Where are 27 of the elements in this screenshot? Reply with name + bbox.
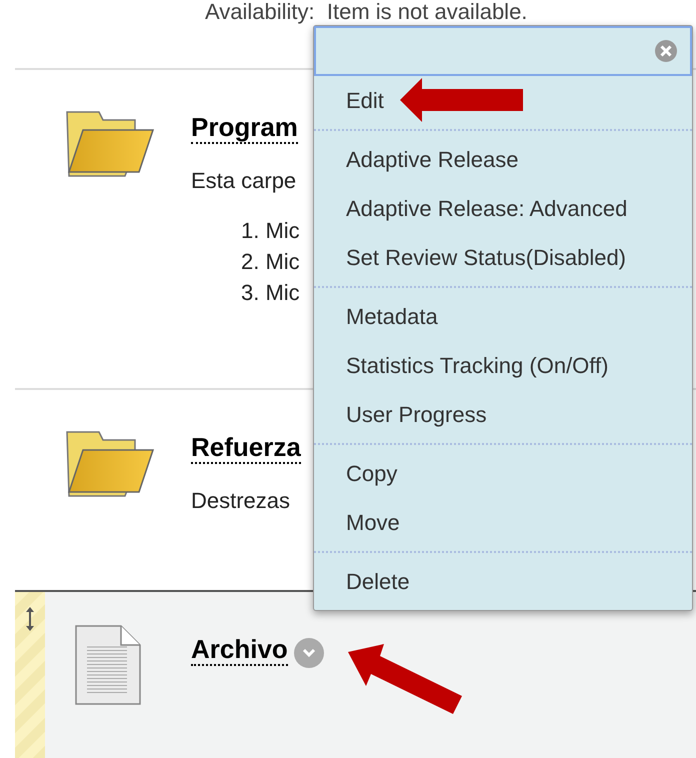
item-description: Esta carpe: [191, 167, 298, 195]
item-title-link[interactable]: Program: [191, 112, 298, 144]
menu-item[interactable]: Move: [314, 498, 692, 547]
menu-item[interactable]: Edit: [314, 76, 692, 125]
vertical-arrows-icon: [25, 606, 35, 632]
list-entry: 1. Mic: [241, 217, 300, 245]
close-icon[interactable]: [654, 39, 678, 63]
chevron-down-icon: [302, 648, 316, 658]
item-title-link[interactable]: Refuerza: [191, 432, 301, 464]
menu-item[interactable]: Adaptive Release: [314, 135, 692, 184]
list-entry: 3. Mic: [241, 279, 300, 307]
menu-item[interactable]: Statistics Tracking (On/Off): [314, 341, 692, 390]
item-title-link[interactable]: Archivo: [191, 634, 288, 666]
menu-item[interactable]: Metadata: [314, 292, 692, 341]
menu-item[interactable]: Delete: [314, 557, 692, 606]
availability-text: Availability: Item is not available.: [205, 0, 528, 24]
list-entry: 2. Mic: [241, 248, 300, 276]
menu-item[interactable]: Copy: [314, 449, 692, 498]
document-icon: [75, 625, 141, 705]
item-description: Destrezas: [191, 487, 292, 515]
options-menu-button[interactable]: [294, 638, 324, 668]
menu-item[interactable]: Set Review Status(Disabled): [314, 233, 692, 282]
menu-item[interactable]: User Progress: [314, 390, 692, 439]
folder-icon: [65, 110, 155, 180]
menu-item[interactable]: Adaptive Release: Advanced: [314, 184, 692, 233]
folder-icon: [65, 430, 155, 500]
drag-handle[interactable]: [15, 592, 45, 758]
